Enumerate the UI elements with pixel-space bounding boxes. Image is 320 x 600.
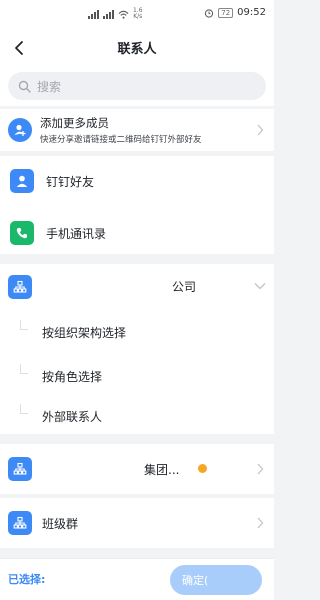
status-center: 1.6 K/s [88, 8, 143, 20]
confirm-label: 确定( [182, 574, 209, 587]
signal-icon [103, 9, 114, 19]
company-card: 公司 按组织架构选择 按角色选择 外部联系人 [0, 264, 274, 434]
clock: 09:52 [237, 7, 266, 18]
verified-badge-icon [198, 464, 207, 473]
wifi-icon [118, 10, 129, 19]
chevron-right-icon [257, 463, 264, 475]
bottom-bar: 已选择: 确定( [0, 558, 274, 600]
person-icon [10, 169, 34, 193]
alarm-icon [205, 8, 214, 18]
search-input[interactable]: 搜索 [8, 72, 266, 100]
list-item-phone-contacts[interactable]: 手机通讯录 [0, 218, 274, 248]
list-item-label: 钉钉好友 [46, 174, 95, 189]
company-name: 公司 [172, 280, 197, 294]
nav-bar: 联系人 [0, 30, 274, 66]
company-header[interactable]: 公司 [0, 274, 274, 300]
option-external-contacts[interactable]: 外部联系人 [0, 394, 274, 438]
group-card[interactable]: 集团... [0, 444, 274, 494]
page-title: 联系人 [117, 42, 157, 57]
class-group-label: 班级群 [42, 516, 79, 531]
search-icon [18, 80, 31, 93]
option-label: 外部联系人 [42, 410, 103, 424]
signal-icon [88, 9, 99, 19]
selected-count-label: 已选择: [8, 573, 46, 586]
contacts-card: 钉钉好友 手机通讯录 [0, 156, 274, 254]
class-group-card[interactable]: 班级群 [0, 498, 274, 548]
add-members-card[interactable]: 添加更多成员 快速分享邀请链接或二维码给钉钉外部好友 [0, 109, 274, 151]
option-label: 按组织架构选择 [42, 326, 127, 340]
org-chart-icon [8, 457, 32, 481]
add-members-subtitle: 快速分享邀请链接或二维码给钉钉外部好友 [40, 135, 202, 145]
option-by-org-structure[interactable]: 按组织架构选择 [0, 310, 274, 354]
confirm-button[interactable]: 确定( [170, 565, 262, 595]
search-placeholder: 搜索 [37, 79, 62, 94]
add-member-icon [8, 118, 32, 142]
group-name: 集团... [144, 463, 180, 477]
battery-indicator: 72 [218, 7, 234, 18]
option-by-role[interactable]: 按角色选择 [0, 354, 274, 398]
status-right: 72 09:52 [204, 7, 266, 18]
tree-line-icon [20, 364, 28, 374]
status-bar: 1.6 K/s 72 09:52 [0, 0, 274, 30]
tree-line-icon [20, 320, 28, 330]
search-area: 搜索 [0, 66, 274, 106]
chevron-down-icon[interactable] [254, 282, 266, 290]
list-item-dingtalk-friends[interactable]: 钉钉好友 [0, 166, 274, 196]
chevron-right-icon [257, 517, 264, 529]
tree-line-icon [20, 404, 28, 414]
org-chart-icon [8, 511, 32, 535]
add-members-text: 添加更多成员 快速分享邀请链接或二维码给钉钉外部好友 [40, 115, 202, 145]
org-chart-icon [8, 275, 32, 299]
list-item-label: 手机通讯录 [46, 226, 107, 241]
option-label: 按角色选择 [42, 370, 103, 384]
chevron-right-icon [257, 124, 264, 136]
phone-icon [10, 221, 34, 245]
network-speed: 1.6 K/s [133, 7, 143, 20]
add-members-title: 添加更多成员 [40, 116, 109, 130]
